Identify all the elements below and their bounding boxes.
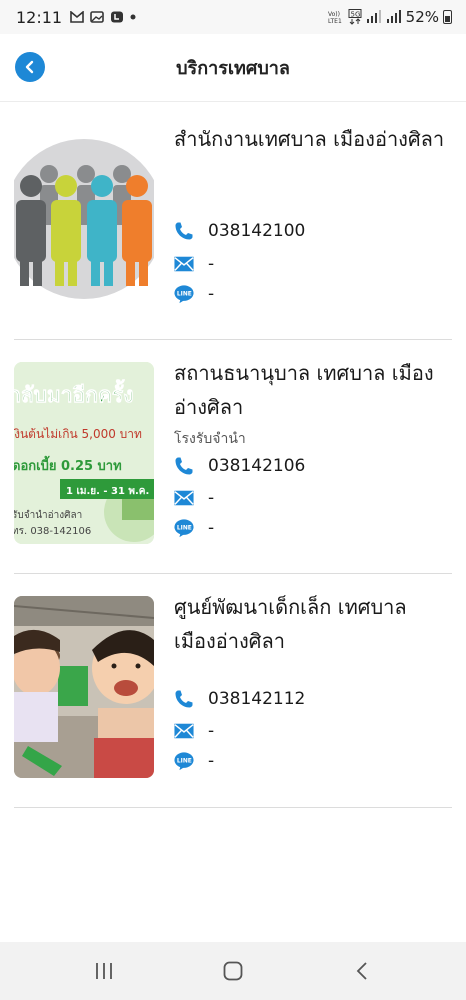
line-app-icon: LINE	[174, 518, 194, 538]
email-value: -	[208, 488, 215, 508]
volte-icon: Vo))LTE1	[328, 11, 342, 24]
service-card-body: ศูนย์พัฒนาเด็กเล็ก เทศบาล เมืองอ่างศิลา …	[174, 574, 452, 771]
children-photo	[14, 596, 154, 778]
phone-row[interactable]: 038142112	[174, 689, 305, 709]
svg-text:ทร. 038-142106: ทร. 038-142106	[14, 526, 91, 537]
svg-text:LINE: LINE	[177, 758, 192, 764]
svg-text:Vo)): Vo))	[328, 11, 340, 18]
system-back-button[interactable]	[332, 951, 392, 991]
app-header: บริการเทศบาล	[0, 34, 466, 102]
email-value: -	[208, 254, 215, 274]
phone-row[interactable]: 038142100	[174, 221, 305, 241]
svg-text:1 เม.ย. - 31 พ.ค.: 1 เม.ย. - 31 พ.ค.	[66, 486, 149, 497]
status-time: 12:11	[16, 7, 63, 27]
line-value: -	[208, 751, 215, 771]
line-row[interactable]: LINE -	[174, 751, 214, 771]
service-card-municipal-office[interactable]: สำนักงานเทศบาล เมืองอ่างศิลา 038142100 -…	[14, 106, 452, 340]
notification-dot-icon	[130, 14, 136, 20]
svg-text:LTE1: LTE1	[328, 18, 342, 24]
home-icon	[223, 961, 243, 981]
svg-text:กลับมาอีกครั้ง: กลับมาอีกครั้ง	[14, 379, 133, 407]
page-title: บริการเทศบาล	[176, 58, 290, 79]
service-card-child-center[interactable]: ศูนย์พัฒนาเด็กเล็ก เทศบาล เมืองอ่างศิลา …	[14, 574, 452, 808]
people-illustration	[14, 139, 154, 299]
battery-percent: 52%	[405, 8, 439, 26]
gmail-icon	[70, 11, 84, 23]
5g-icon: 5G	[348, 9, 362, 25]
email-row[interactable]: -	[174, 721, 214, 741]
svg-text:รับจำนำอ่างศิลา: รับจำนำอ่างศิลา	[14, 510, 82, 521]
mail-icon	[174, 721, 194, 741]
system-navigation-bar	[0, 942, 466, 1000]
back-button[interactable]	[15, 52, 45, 82]
recent-apps-button[interactable]	[74, 951, 134, 991]
phone-icon	[174, 689, 194, 709]
signal-icon-2	[386, 10, 401, 23]
gallery-icon	[90, 11, 104, 23]
svg-text:LINE: LINE	[177, 525, 192, 531]
line-value: -	[208, 284, 215, 304]
service-title: สถานธนานุบาล เทศบาล เมืองอ่างศิลา	[174, 361, 434, 419]
app-screen: 12:11 Vo)) LTE1 5G 52% บริการเทศบาล สำนั…	[0, 0, 466, 1000]
phone-number: 038142100	[208, 221, 306, 241]
phone-icon	[174, 456, 194, 476]
service-thumbnail	[14, 596, 154, 778]
line-notification-icon	[111, 11, 124, 23]
line-row[interactable]: LINE -	[174, 284, 214, 304]
service-thumbnail	[14, 128, 154, 310]
status-left: 12:11	[16, 8, 136, 27]
mail-icon	[174, 254, 194, 274]
phone-number: 038142106	[208, 456, 306, 476]
service-card-body: สำนักงานเทศบาล เมืองอ่างศิลา 038142100 -…	[174, 106, 452, 304]
email-value: -	[208, 721, 215, 741]
svg-text:LINE: LINE	[177, 291, 192, 297]
svg-text:5G: 5G	[350, 11, 360, 19]
line-app-icon: LINE	[174, 751, 194, 771]
home-button[interactable]	[203, 951, 263, 991]
svg-text:เงินต้นไม่เกิน 5,000 บาท: เงินต้นไม่เกิน 5,000 บาท	[14, 427, 142, 441]
battery-icon	[443, 10, 452, 24]
mail-icon	[174, 488, 194, 508]
phone-number: 038142112	[208, 689, 306, 709]
line-value: -	[208, 518, 215, 538]
recent-apps-icon	[96, 963, 113, 979]
service-card-body: สถานธนานุบาล เทศบาล เมืองอ่างศิลา โรงรับ…	[174, 340, 452, 538]
email-row[interactable]: -	[174, 254, 214, 274]
phone-icon	[174, 221, 194, 241]
service-subtitle: โรงรับจำนำ	[174, 431, 246, 447]
back-arrow-icon	[356, 962, 367, 980]
line-app-icon: LINE	[174, 284, 194, 304]
service-title: สำนักงานเทศบาล เมืองอ่างศิลา	[174, 127, 445, 151]
chevron-left-icon	[25, 60, 34, 74]
service-thumbnail: กลับมาอีกครั้ง เงินต้นไม่เกิน 5,000 บาท …	[14, 362, 154, 544]
signal-icon-1	[366, 10, 381, 23]
phone-row[interactable]: 038142106	[174, 456, 305, 476]
status-bar: 12:11 Vo)) LTE1 5G 52%	[0, 0, 466, 34]
service-card-pawnshop[interactable]: กลับมาอีกครั้ง เงินต้นไม่เกิน 5,000 บาท …	[14, 340, 452, 574]
pawnshop-poster: กลับมาอีกครั้ง เงินต้นไม่เกิน 5,000 บาท …	[14, 362, 154, 544]
email-row[interactable]: -	[174, 488, 214, 508]
status-right: Vo)) LTE1 5G 52%	[328, 8, 452, 26]
service-title: ศูนย์พัฒนาเด็กเล็ก เทศบาล เมืองอ่างศิลา	[174, 595, 407, 653]
line-row[interactable]: LINE -	[174, 518, 214, 538]
